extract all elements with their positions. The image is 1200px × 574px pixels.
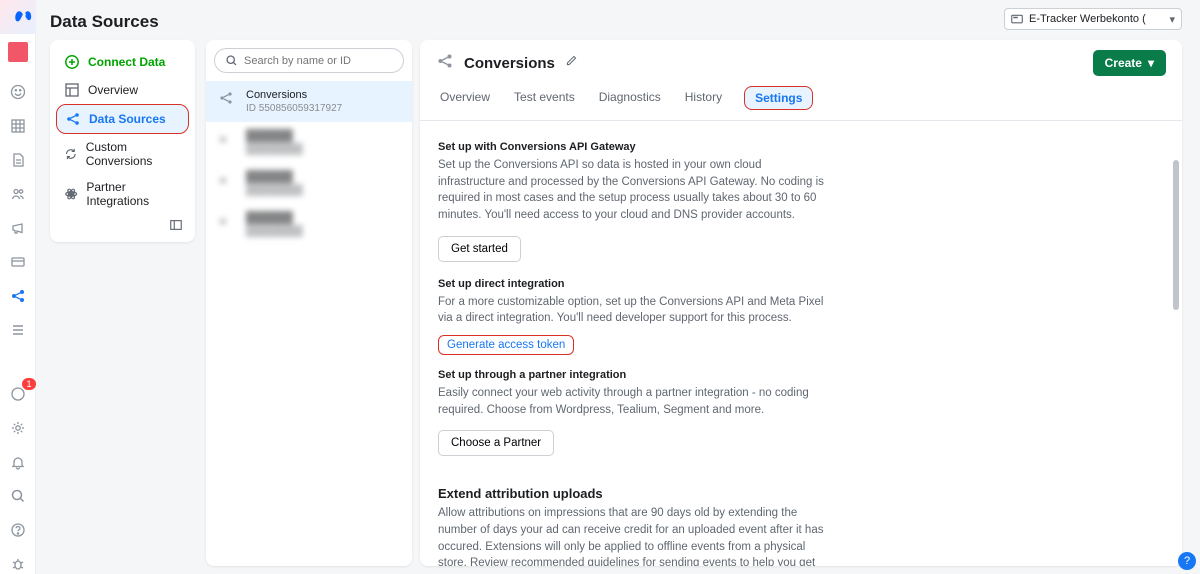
gateway-heading: Set up with Conversions API Gateway (438, 141, 1164, 153)
edit-icon[interactable] (565, 54, 578, 72)
search-box[interactable] (214, 48, 404, 73)
meta-logo-icon (11, 7, 33, 29)
rail-grid-icon[interactable] (8, 116, 28, 136)
rail-share-icon[interactable] (8, 286, 28, 306)
account-selector[interactable]: E-Tracker Werbekonto ( ▾ (1004, 8, 1182, 30)
extend-body: Allow attributions on impressions that a… (438, 505, 828, 566)
nav-partner-integrations[interactable]: Partner Integrations (56, 174, 189, 214)
chevron-down-icon: ▾ (1169, 13, 1175, 26)
share-icon (218, 90, 236, 108)
rail-card-icon[interactable] (8, 252, 28, 272)
layout-icon (64, 82, 80, 98)
settings-panel: Set up with Conversions API Gateway Set … (420, 121, 1182, 566)
rail-menu-icon[interactable] (8, 320, 28, 340)
nav-connect-data[interactable]: Connect Data (56, 48, 189, 76)
nav-data-sources[interactable]: Data Sources (56, 104, 189, 134)
rail-megaphone-icon[interactable] (8, 218, 28, 238)
scrollbar-thumb[interactable] (1173, 160, 1179, 310)
datasource-row[interactable]: ●██████████████ (206, 163, 412, 204)
account-label: E-Tracker Werbekonto ( (1029, 13, 1169, 25)
rail-bug-icon[interactable] (8, 554, 28, 574)
refresh-icon (64, 146, 78, 162)
rail-gear-icon[interactable] (8, 418, 28, 438)
datasource-row[interactable]: ●██████████████ (206, 204, 412, 245)
main-title: Conversions (464, 55, 555, 72)
tab-settings[interactable]: Settings (744, 86, 813, 110)
tab-overview[interactable]: Overview (438, 86, 492, 110)
rail-bell-icon[interactable] (8, 452, 28, 472)
collapse-nav-icon[interactable] (56, 214, 189, 236)
nav-custom-conversions[interactable]: Custom Conversions (56, 134, 189, 174)
tab-diagnostics[interactable]: Diagnostics (597, 86, 663, 110)
page-title: Data Sources (50, 12, 159, 32)
extend-heading: Extend attribution uploads (438, 486, 1164, 501)
direct-body: For a more customizable option, set up t… (438, 294, 828, 327)
datasource-name: Conversions (246, 89, 342, 101)
rail-people-icon[interactable] (8, 184, 28, 204)
get-started-button[interactable]: Get started (438, 236, 521, 262)
datasource-row[interactable]: Conversions ID 550856059317927 (206, 81, 412, 122)
help-fab-icon[interactable]: ? (1178, 552, 1196, 570)
account-icon (1011, 13, 1023, 25)
datasource-id: ID 550856059317927 (246, 103, 342, 114)
plus-circle-icon (64, 54, 80, 70)
create-button[interactable]: Create▾ (1093, 50, 1166, 76)
gateway-body: Set up the Conversions API so data is ho… (438, 157, 828, 224)
search-input[interactable] (244, 55, 393, 67)
share-icon (436, 52, 454, 75)
nav-card: Connect Data Overview Data Sources Custo… (50, 40, 195, 242)
rail-search-icon[interactable] (8, 486, 28, 506)
left-rail (0, 34, 36, 574)
rail-notification-icon[interactable] (8, 384, 28, 404)
chevron-down-icon: ▾ (1148, 56, 1154, 70)
datasource-list: Conversions ID 550856059317927 ●████████… (206, 40, 412, 566)
tab-history[interactable]: History (683, 86, 724, 110)
datasource-row[interactable]: ●██████████████ (206, 122, 412, 163)
atom-icon (64, 186, 78, 202)
nav-overview[interactable]: Overview (56, 76, 189, 104)
rail-doc-icon[interactable] (8, 150, 28, 170)
search-icon (225, 54, 238, 67)
partner-body: Easily connect your web activity through… (438, 385, 828, 418)
tabs: Overview Test events Diagnostics History… (420, 80, 1182, 121)
main-panel: Conversions Create▾ Overview Test events… (420, 40, 1182, 566)
rail-smiley-icon[interactable] (8, 82, 28, 102)
rail-help-icon[interactable] (8, 520, 28, 540)
tab-test-events[interactable]: Test events (512, 86, 577, 110)
rail-app-icon[interactable] (8, 42, 28, 62)
choose-partner-button[interactable]: Choose a Partner (438, 430, 554, 456)
direct-heading: Set up direct integration (438, 278, 1164, 290)
partner-heading: Set up through a partner integration (438, 369, 1164, 381)
share-icon (65, 111, 81, 127)
generate-token-link[interactable]: Generate access token (438, 335, 574, 355)
